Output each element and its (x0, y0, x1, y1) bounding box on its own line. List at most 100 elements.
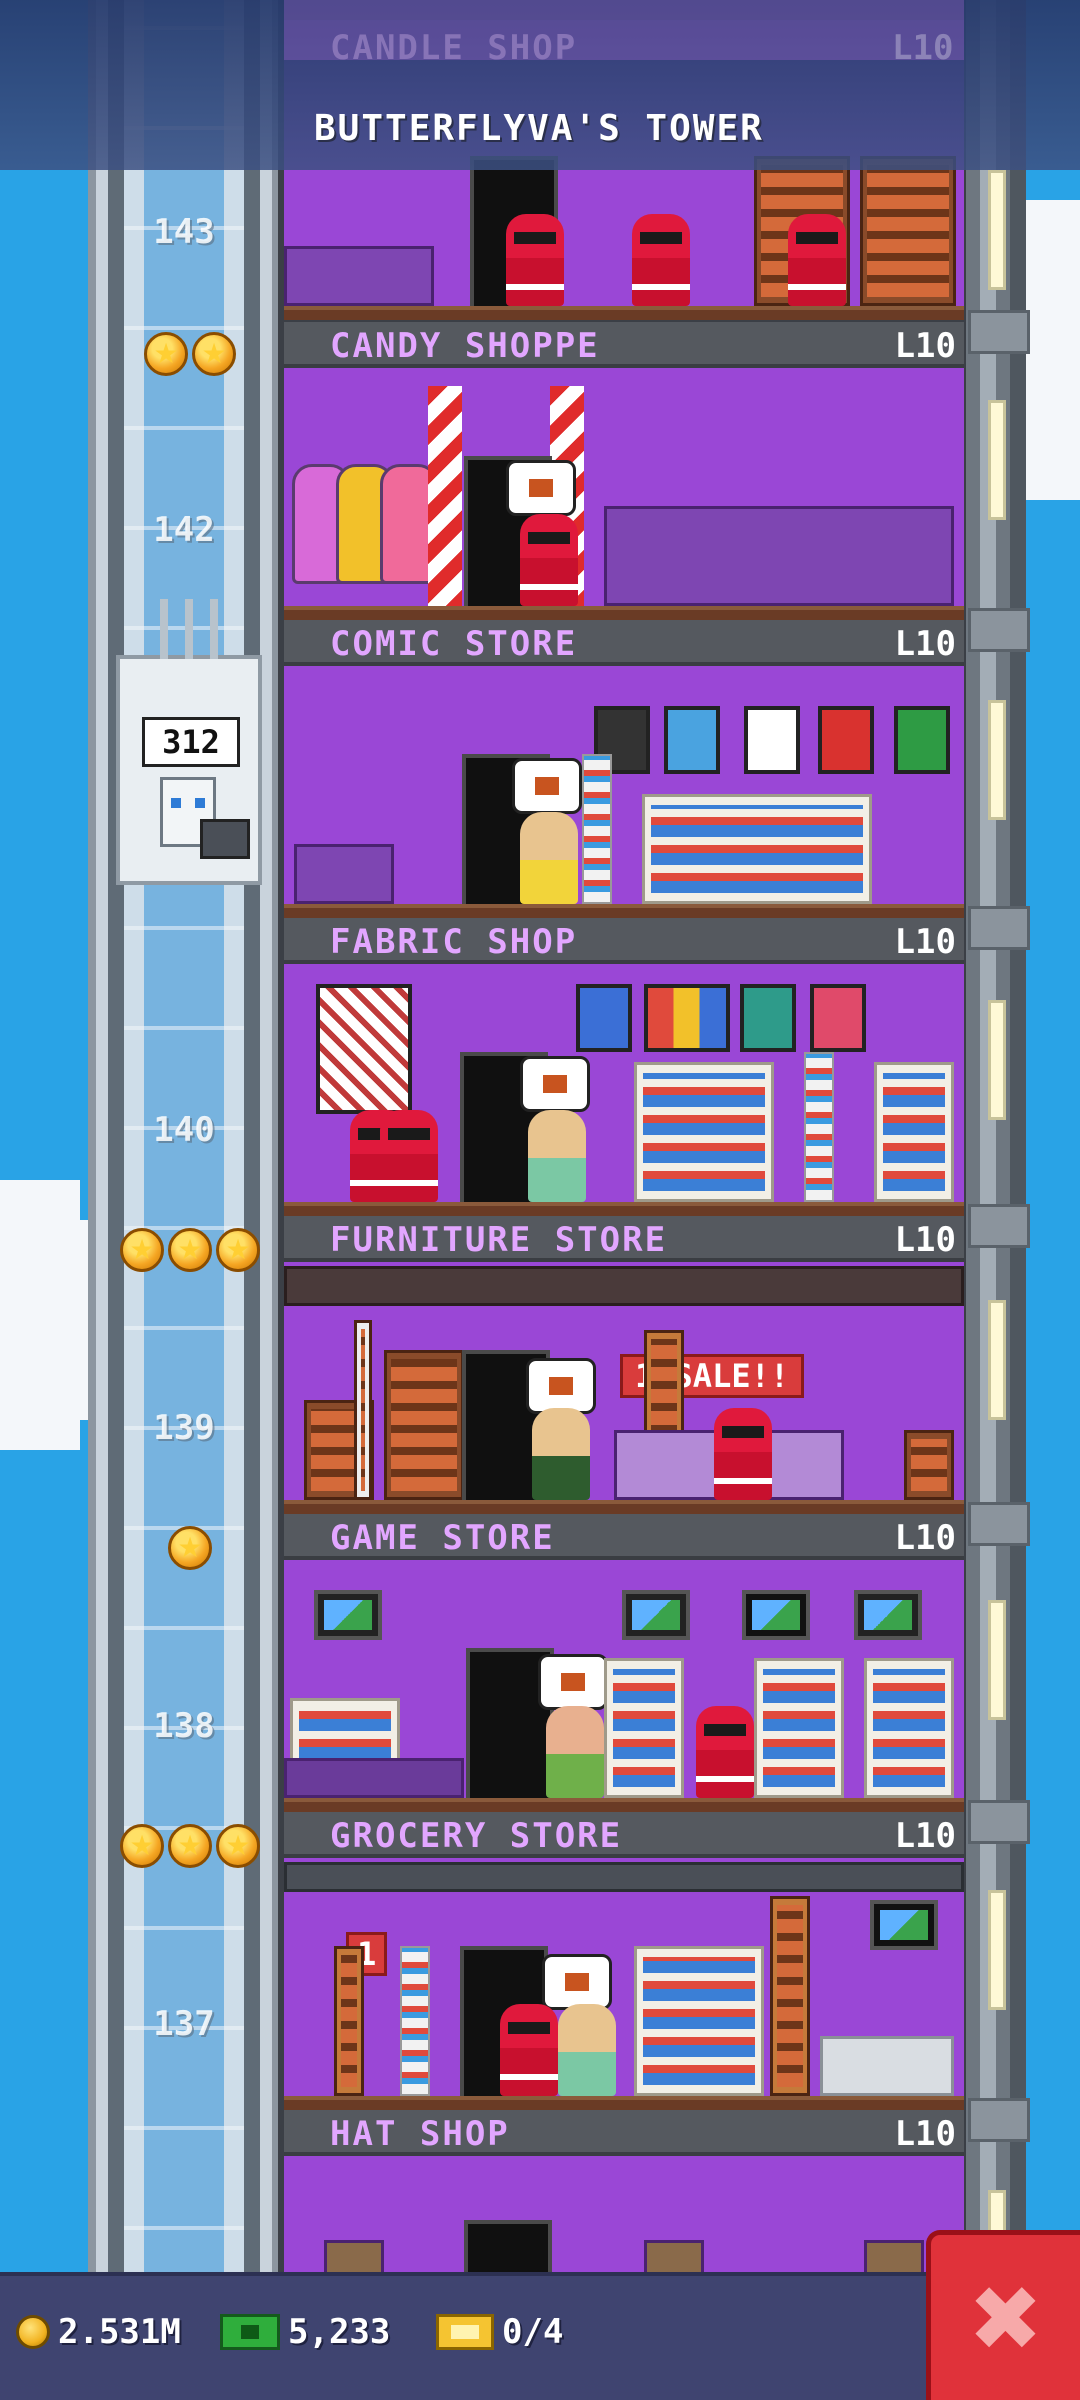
floor-lamp (354, 1320, 372, 1500)
bookcase (384, 1350, 464, 1500)
game-shelf (754, 1658, 844, 1798)
floor-name: HAT SHOP (330, 2114, 510, 2154)
shaft-floor-number: 138 (153, 1706, 215, 1746)
wall-lamp (988, 170, 1006, 290)
bux-value: 5,233 (288, 2312, 391, 2352)
floor-ground (284, 2096, 964, 2110)
bitizen[interactable] (520, 812, 578, 904)
comic-table (294, 844, 394, 904)
shop-counter (284, 246, 434, 306)
floor-stars (144, 332, 236, 376)
grocery-fridge (634, 1946, 764, 2096)
floor-grocery-store[interactable]: GROCERY STORE L10 1 (284, 1812, 964, 2110)
wall-lamp (988, 1300, 1006, 1420)
menu-board (870, 1900, 938, 1950)
bitizen[interactable] (788, 214, 846, 306)
fabric-swatch (810, 984, 866, 1052)
speech-bubble[interactable] (512, 758, 582, 814)
speech-bubble[interactable] (542, 1954, 612, 2010)
elevator-cart (200, 819, 250, 859)
star-icon (216, 1228, 260, 1272)
bitizen[interactable] (632, 214, 690, 306)
wall-bracket (968, 906, 1030, 950)
aisle-pole (334, 1946, 364, 2096)
tickets-value: 0/4 (502, 2312, 564, 2352)
floor-label: FURNITURE STORE L10 (284, 1216, 964, 1262)
floor-hat-shop[interactable]: HAT SHOP L10 (284, 2110, 964, 2280)
snack-rack (400, 1946, 430, 2096)
floor-comic-store[interactable]: COMIC STORE L10 (284, 620, 964, 918)
bitizen[interactable] (714, 1408, 772, 1500)
bitizen[interactable] (546, 1706, 604, 1798)
bitizen[interactable] (520, 514, 578, 606)
shaft-floor-number: 137 (153, 2004, 215, 2044)
comic-shelf (642, 794, 872, 904)
ceiling-pipe (284, 1862, 964, 1892)
bitizen[interactable] (380, 1110, 438, 1202)
shaft-floor-number: 139 (153, 1408, 215, 1448)
comic-rack (582, 754, 612, 904)
game-shelf (864, 1658, 954, 1798)
floor-ground (284, 606, 964, 620)
currency-bar: 2.531M 5,233 0/4 (0, 2272, 930, 2400)
fabric-shelf (874, 1062, 954, 1202)
floor-candy-shoppe[interactable]: CANDY SHOPPE L10 (284, 322, 964, 620)
floor-label: GROCERY STORE L10 (284, 1812, 964, 1858)
game-counter (284, 1758, 464, 1798)
floor-furniture-store[interactable]: FURNITURE STORE L10 1 SALE!! (284, 1216, 964, 1514)
floor-ground (284, 1202, 964, 1216)
fabric-swatch (644, 984, 730, 1052)
tower-right-wall (966, 0, 1026, 2400)
floor-game-store[interactable]: GAME STORE L10 (284, 1514, 964, 1812)
elevator-car[interactable]: 312 (116, 599, 262, 885)
bitizen[interactable] (500, 2004, 558, 2096)
bitizen[interactable] (528, 1110, 586, 1202)
star-icon (168, 1824, 212, 1868)
floor-level: L10 (894, 624, 956, 664)
comic-poster (744, 706, 800, 774)
speech-bubble[interactable] (526, 1358, 596, 1414)
floor-name: CANDY SHOPPE (330, 326, 600, 366)
star-icon (192, 332, 236, 376)
floor-fabric-shop[interactable]: FABRIC SHOP L10 (284, 918, 964, 1216)
shop-shelf (860, 156, 956, 306)
wall-tv (742, 1590, 810, 1640)
star-icon (144, 332, 188, 376)
close-button[interactable]: ✖ (926, 2230, 1080, 2400)
wall-lamp (988, 1000, 1006, 1120)
bux-stat[interactable]: 5,233 (220, 2312, 390, 2352)
speech-bubble[interactable] (506, 460, 576, 516)
wall-lamp (988, 1600, 1006, 1720)
floor-name: FURNITURE STORE (330, 1220, 668, 1260)
fabric-swatch (576, 984, 632, 1052)
floor-ground (284, 1500, 964, 1514)
floor-ground (284, 904, 964, 918)
floor-label: CANDY SHOPPE L10 (284, 322, 964, 368)
comic-poster (894, 706, 950, 774)
ceiling-beam (284, 1266, 964, 1306)
speech-bubble[interactable] (538, 1654, 608, 1710)
wall-bracket (968, 1502, 1030, 1546)
shaft-floor-number: 143 (153, 212, 215, 252)
bitizen[interactable] (558, 2004, 616, 2096)
floor-name: FABRIC SHOP (330, 922, 578, 962)
elevator-passenger-count: 312 (142, 717, 240, 767)
bitizen[interactable] (506, 214, 564, 306)
star-icon (216, 1824, 260, 1868)
shop-door (464, 2220, 552, 2280)
wall-lamp (988, 400, 1006, 520)
coins-stat[interactable]: 2.531M (16, 2312, 181, 2352)
cloud (0, 1220, 100, 1420)
wall-bracket (968, 2098, 1030, 2142)
floor-name: GAME STORE (330, 1518, 555, 1558)
speech-bubble[interactable] (520, 1056, 590, 1112)
support-pillar (770, 1896, 810, 2096)
bitizen[interactable] (532, 1408, 590, 1500)
wall-lamp (988, 1890, 1006, 2010)
floor-level: L10 (894, 922, 956, 962)
bitizen[interactable] (696, 1706, 754, 1798)
floor-level: L10 (894, 326, 956, 366)
tickets-stat[interactable]: 0/4 (436, 2312, 563, 2352)
fabric-shelf (634, 1062, 774, 1202)
ticket-icon (436, 2314, 494, 2350)
